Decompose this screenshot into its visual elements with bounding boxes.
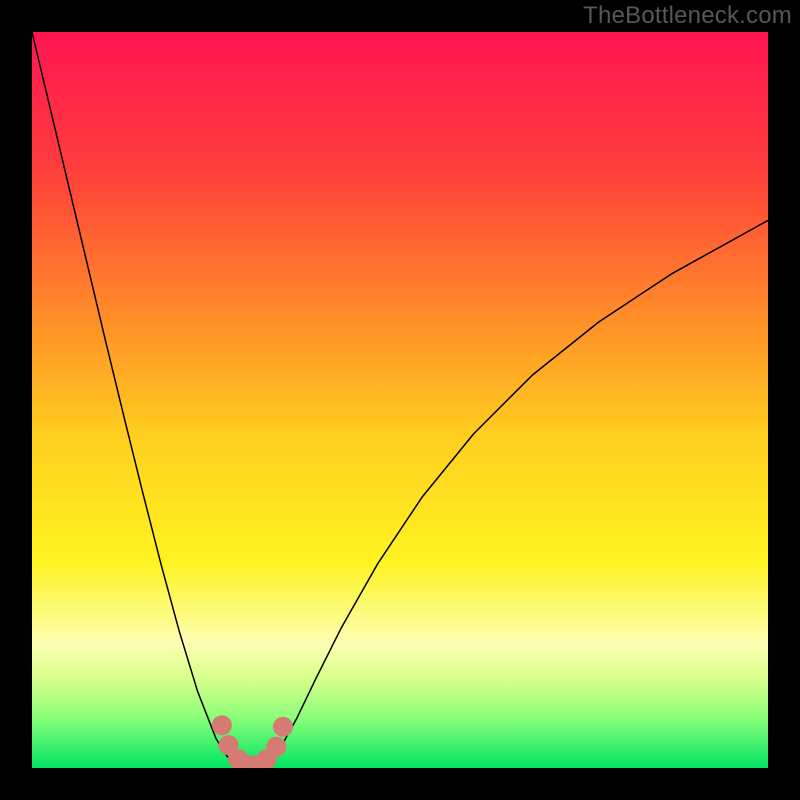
plot-area [32,32,768,768]
chart-background [32,32,768,768]
chart-canvas: TheBottleneck.com [0,0,800,800]
watermark-text: TheBottleneck.com [583,2,792,30]
marker-dot [273,717,293,737]
marker-dot [266,737,286,757]
marker-dot [212,715,232,735]
chart-svg [32,32,768,768]
